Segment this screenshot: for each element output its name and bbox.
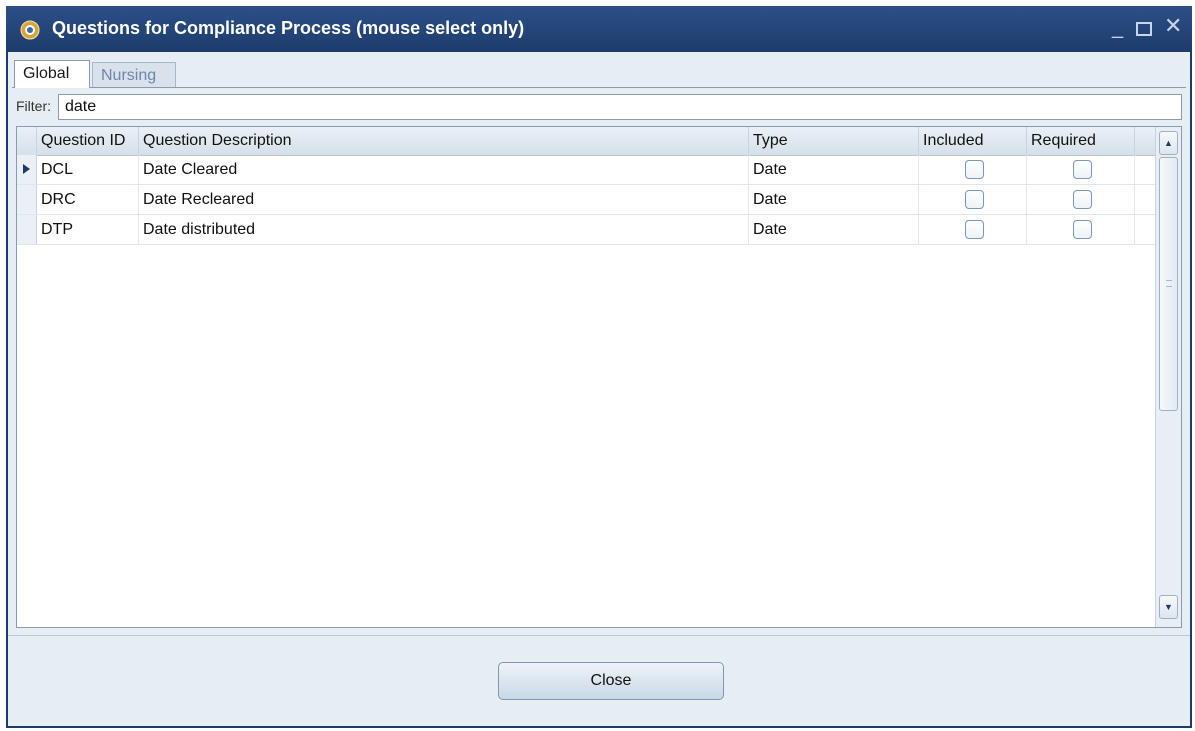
type-cell: Date [749,155,919,184]
question-id-cell: DRC [37,185,139,214]
row-selector-header [17,127,37,155]
question-id-cell: DTP [37,215,139,244]
gear-globe-icon [20,20,40,40]
included-cell [919,185,1027,214]
required-cell [1027,155,1135,184]
scroll-up-button[interactable]: ▲ [1159,131,1178,155]
minimize-button[interactable]: _ [1112,18,1123,38]
global-tab-panel: Filter: Question ID Question Description… [12,87,1186,636]
table-row[interactable]: DCL Date Cleared Date [17,155,1155,185]
grip-icon [1166,280,1172,287]
column-header-included[interactable]: Included [919,127,1027,155]
required-checkbox[interactable] [1073,160,1092,179]
required-checkbox[interactable] [1073,220,1092,239]
dialog-window: Questions for Compliance Process (mouse … [6,6,1192,728]
scroll-down-button[interactable]: ▼ [1159,595,1178,619]
current-row-arrow-icon [23,164,30,174]
maximize-icon[interactable] [1136,22,1152,36]
question-description-cell: Date distributed [139,215,749,244]
filter-label: Filter: [16,98,51,114]
close-button[interactable]: Close [498,662,724,700]
filter-input[interactable] [58,94,1182,120]
included-cell [919,155,1027,184]
close-window-button[interactable]: ✕ [1164,15,1182,37]
required-checkbox[interactable] [1073,190,1092,209]
title-bar[interactable]: Questions for Compliance Process (mouse … [6,6,1192,52]
footer-divider [8,635,1190,636]
tab-global[interactable]: Global [14,60,90,88]
type-cell: Date [749,185,919,214]
question-description-cell: Date Cleared [139,155,749,184]
scroll-thumb[interactable] [1159,157,1178,411]
question-description-cell: Date Recleared [139,185,749,214]
type-cell: Date [749,215,919,244]
triangle-down-icon: ▼ [1164,602,1173,612]
grid-header: Question ID Question Description Type In… [17,127,1155,156]
row-selector[interactable] [17,185,37,214]
dialog-client-area: Global Nursing Filter: Question ID Quest… [8,52,1190,726]
required-cell [1027,185,1135,214]
table-row[interactable]: DRC Date Recleared Date [17,185,1155,215]
included-checkbox[interactable] [965,190,984,209]
included-checkbox[interactable] [965,220,984,239]
column-header-required[interactable]: Required [1027,127,1135,155]
question-id-cell: DCL [37,155,139,184]
tab-nursing[interactable]: Nursing [92,62,176,88]
table-row[interactable]: DTP Date distributed Date [17,215,1155,245]
column-header-question-id[interactable]: Question ID [37,127,139,155]
column-header-question-description[interactable]: Question Description [139,127,749,155]
questions-grid: Question ID Question Description Type In… [16,126,1182,628]
row-selector[interactable] [17,215,37,244]
vertical-scrollbar[interactable]: ▲ ▼ [1155,127,1181,627]
window-title: Questions for Compliance Process (mouse … [52,18,525,38]
included-cell [919,215,1027,244]
required-cell [1027,215,1135,244]
triangle-up-icon: ▲ [1164,138,1173,148]
included-checkbox[interactable] [965,160,984,179]
row-selector[interactable] [17,155,37,184]
column-header-type[interactable]: Type [749,127,919,155]
